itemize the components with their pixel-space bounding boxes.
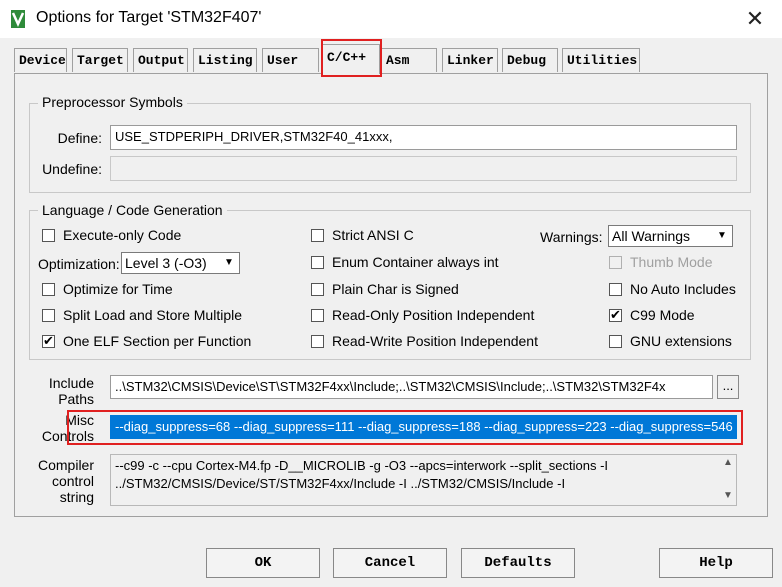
window-title: Options for Target 'STM32F407' [36,9,262,26]
scroll-up-icon[interactable]: ▲ [720,455,736,471]
define-input[interactable]: USE_STDPERIPH_DRIVER,STM32F40_41xxx, [110,125,737,150]
include-paths-browse-button[interactable]: ... [717,375,739,399]
plain-char-label: Plain Char is Signed [332,281,459,297]
warnings-select[interactable]: All Warnings ▼ [608,225,733,247]
misc-controls-highlight [67,410,743,445]
optimize-time-checkbox[interactable] [42,283,55,296]
strict-ansi-label: Strict ANSI C [332,227,414,243]
gnu-extensions-label: GNU extensions [630,333,732,349]
tab-user[interactable]: User [262,48,319,72]
optimize-time-label: Optimize for Time [63,281,173,297]
compiler-string-label-line2: control [51,473,94,489]
c99-mode-checkbox[interactable]: ✔ [609,307,622,322]
ro-pi-checkbox[interactable] [311,309,324,322]
checkmark-icon: ✔ [610,307,621,322]
include-paths-label-line2: Paths [58,391,94,407]
tab-output[interactable]: Output [133,48,188,72]
close-icon[interactable]: ✕ [740,4,770,34]
compiler-string-line2: ../STM32/CMSIS/Device/ST/STM32F4xx/Inclu… [115,476,566,491]
thumb-mode-label: Thumb Mode [630,254,713,270]
tab-listing[interactable]: Listing [193,48,257,72]
help-button[interactable]: Help [659,548,773,578]
plain-char-checkbox[interactable] [311,283,324,296]
execute-only-label: Execute-only Code [63,227,182,243]
ro-pi-label: Read-Only Position Independent [332,307,535,323]
optimization-select[interactable]: Level 3 (-O3) ▼ [121,252,240,274]
undefine-input[interactable] [110,156,737,181]
compiler-string-line1: --c99 -c --cpu Cortex-M4.fp -D__MICROLIB… [115,458,609,473]
include-paths-input[interactable]: ..\STM32\CMSIS\Device\ST\STM32F4xx\Inclu… [110,375,713,399]
tab-debug[interactable]: Debug [502,48,558,72]
title-bar: Options for Target 'STM32F407' ✕ [0,0,782,38]
one-elf-label: One ELF Section per Function [63,333,252,349]
scroll-down-icon[interactable]: ▼ [720,488,736,504]
thumb-mode-checkbox [609,256,622,269]
tab-device[interactable]: Device [14,48,67,72]
execute-only-checkbox[interactable] [42,229,55,242]
active-tab-highlight [321,39,382,77]
include-paths-label-line1: Include [48,375,94,391]
no-auto-includes-checkbox[interactable] [609,283,622,296]
compiler-string-label-line1: Compiler [37,457,94,473]
ok-button[interactable]: OK [206,548,320,578]
rw-pi-checkbox[interactable] [311,335,324,348]
tab-target[interactable]: Target [72,48,128,72]
enum-container-checkbox[interactable] [311,256,324,269]
compiler-string-label-line3: string [59,489,94,505]
one-elf-checkbox[interactable]: ✔ [42,333,55,348]
define-label: Define: [57,130,102,146]
cancel-button[interactable]: Cancel [333,548,447,578]
preprocessor-legend: Preprocessor Symbols [38,94,187,110]
checkmark-icon: ✔ [43,333,54,348]
undefine-label: Undefine: [42,161,102,177]
tab-asm[interactable]: Asm [381,48,437,72]
c99-mode-label: C99 Mode [630,307,695,323]
warnings-label: Warnings: [540,229,603,245]
tab-utilities[interactable]: Utilities [562,48,640,72]
rw-pi-label: Read-Write Position Independent [332,333,538,349]
language-legend: Language / Code Generation [38,202,227,218]
chevron-down-icon: ▼ [717,230,727,241]
chevron-down-icon: ▼ [224,257,234,268]
keil-uvision-icon [11,10,25,28]
split-load-label: Split Load and Store Multiple [63,307,242,323]
optimization-value: Level 3 (-O3) [125,255,207,271]
optimization-label: Optimization: [38,256,120,272]
enum-container-label: Enum Container always int [332,254,499,270]
gnu-extensions-checkbox[interactable] [609,335,622,348]
defaults-button[interactable]: Defaults [461,548,575,578]
split-load-checkbox[interactable] [42,309,55,322]
compiler-string-label: Compiler control string [36,457,94,505]
warnings-value: All Warnings [612,228,691,244]
no-auto-includes-label: No Auto Includes [630,281,736,297]
tab-linker[interactable]: Linker [442,48,498,72]
strict-ansi-checkbox[interactable] [311,229,324,242]
include-paths-label: Include Paths [36,375,94,407]
compiler-string-box[interactable]: --c99 -c --cpu Cortex-M4.fp -D__MICROLIB… [110,454,737,506]
